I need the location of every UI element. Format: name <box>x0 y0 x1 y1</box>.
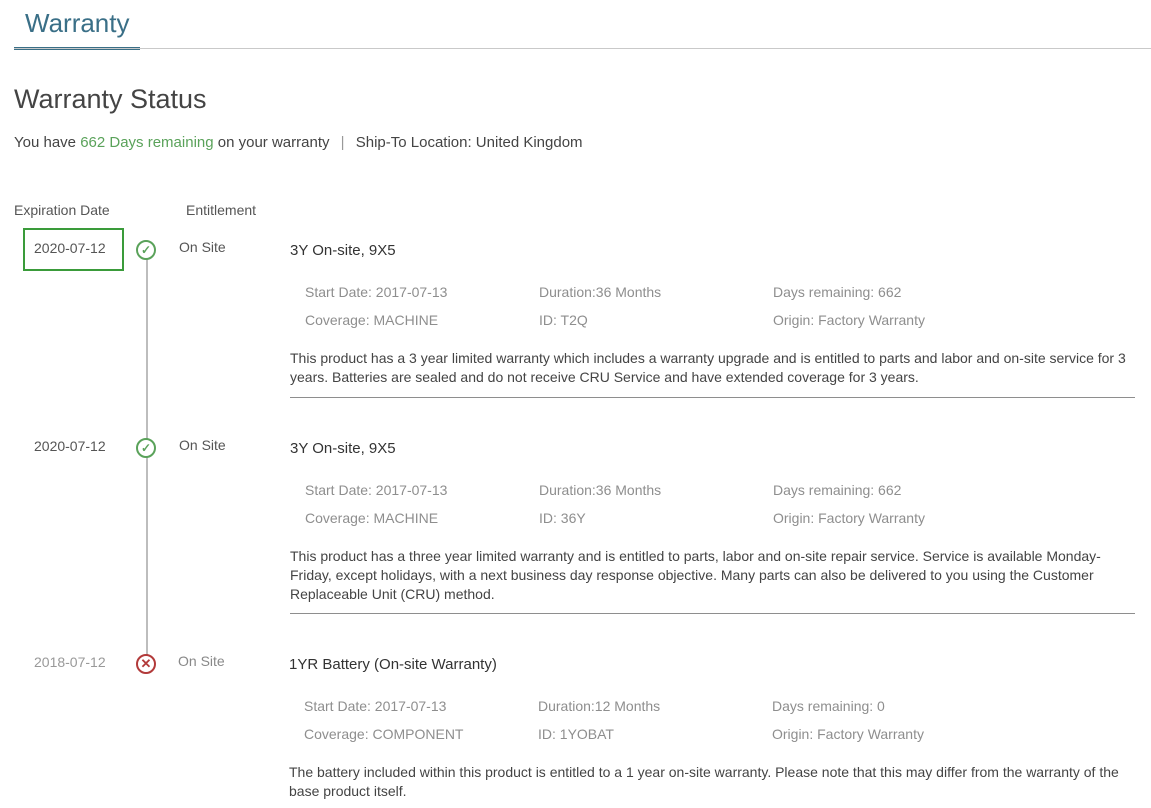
tab-bar-divider <box>14 48 1151 49</box>
page-title: Warranty Status <box>14 84 207 114</box>
coverage: Coverage: MACHINE <box>305 510 439 526</box>
entitlement-type: On Site <box>179 239 226 255</box>
product-name: 3Y On-site, 9X5 <box>290 242 396 259</box>
entitlement-id: ID: T2Q <box>539 312 588 328</box>
expiration-date: 2020-07-12 <box>34 240 106 256</box>
product-name: 3Y On-site, 9X5 <box>290 440 396 457</box>
description: This product has a three year limited wa… <box>290 548 1101 602</box>
entitlement-type: On Site <box>179 437 226 453</box>
origin: Origin: Factory Warranty <box>773 312 925 328</box>
days-remaining: Days remaining: 662 <box>773 482 902 498</box>
description: This product has a 3 year limited warran… <box>290 350 1126 385</box>
warranty-summary: You have 662 Days remaining on your warr… <box>14 134 583 151</box>
timeline-line <box>146 258 148 660</box>
duration: Duration:36 Months <box>539 482 662 498</box>
entitlement-id: ID: 1YOBAT <box>538 726 614 742</box>
product-name: 1YR Battery (On-site Warranty) <box>289 656 497 673</box>
tab-warranty[interactable]: Warranty <box>14 6 140 50</box>
start-date: Start Date: 2017-07-13 <box>305 482 448 498</box>
check-circle-icon: ✓ <box>136 240 156 260</box>
coverage: Coverage: COMPONENT <box>304 726 464 742</box>
row-divider <box>290 613 1135 614</box>
start-date: Start Date: 2017-07-13 <box>304 698 447 714</box>
days-remaining: Days remaining: 0 <box>772 698 885 714</box>
column-header-expiration: Expiration Date <box>14 202 110 218</box>
coverage: Coverage: MACHINE <box>305 312 439 328</box>
origin: Origin: Factory Warranty <box>772 726 924 742</box>
summary-prefix: You have <box>14 134 77 151</box>
entitlement-type: On Site <box>178 653 225 669</box>
origin: Origin: Factory Warranty <box>773 510 925 526</box>
duration: Duration:12 Months <box>538 698 661 714</box>
column-header-entitlement: Entitlement <box>186 202 257 218</box>
expiration-date: 2020-07-12 <box>34 438 106 454</box>
description: The battery included within this product… <box>289 764 1119 799</box>
x-circle-icon: ✕ <box>136 654 156 674</box>
ship-to-location: Ship-To Location: United Kingdom <box>355 134 583 151</box>
days-remaining-highlight: 662 Days remaining <box>80 134 214 151</box>
check-circle-icon: ✓ <box>136 438 156 458</box>
days-remaining: Days remaining: 662 <box>773 284 902 300</box>
summary-suffix: on your warranty <box>217 134 330 151</box>
entitlement-id: ID: 36Y <box>539 510 586 526</box>
duration: Duration:36 Months <box>539 284 662 300</box>
expiration-date: 2018-07-12 <box>34 654 106 670</box>
row-divider <box>290 397 1135 398</box>
tab-bar: Warranty <box>0 0 1151 52</box>
summary-separator: | <box>340 134 345 151</box>
start-date: Start Date: 2017-07-13 <box>305 284 448 300</box>
